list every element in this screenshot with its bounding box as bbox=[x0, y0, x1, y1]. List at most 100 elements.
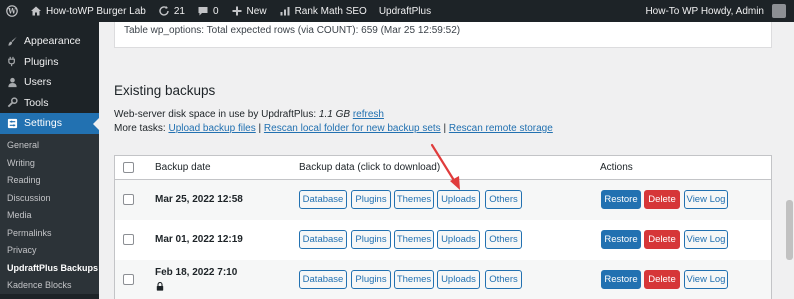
delete-button[interactable]: Delete bbox=[644, 230, 680, 249]
view-log-button[interactable]: View Log bbox=[684, 190, 728, 209]
restore-button[interactable]: Restore bbox=[601, 190, 641, 209]
submenu-item-privacy[interactable]: Privacy bbox=[0, 242, 99, 260]
site-name: How-toWP Burger Lab bbox=[46, 5, 146, 17]
column-header-date: Backup date bbox=[155, 162, 211, 173]
comment-icon bbox=[198, 7, 208, 16]
select-all-checkbox[interactable] bbox=[123, 162, 134, 173]
task-separator: | bbox=[258, 123, 262, 134]
table-count-text: Table wp_options: Total expected rows (v… bbox=[124, 25, 461, 36]
updates-item[interactable]: 21 bbox=[152, 0, 191, 22]
download-themes-button[interactable]: Themes bbox=[394, 230, 434, 249]
download-others-button[interactable]: Others bbox=[485, 270, 522, 289]
wordpress-logo-icon: W bbox=[6, 5, 18, 17]
plug-icon bbox=[6, 56, 18, 68]
disk-space-label: Web-server disk space in use by UpdraftP… bbox=[114, 109, 317, 120]
submenu-item-reading[interactable]: Reading bbox=[0, 172, 99, 190]
sidebar-item-label: Settings bbox=[24, 117, 62, 130]
refresh-link[interactable]: refresh bbox=[353, 109, 384, 120]
download-uploads-button[interactable]: Uploads bbox=[437, 270, 480, 289]
updraft-label: UpdraftPlus bbox=[378, 5, 432, 17]
home-icon bbox=[31, 6, 41, 16]
new-label: New bbox=[246, 5, 267, 17]
submenu-item-discussion[interactable]: Discussion bbox=[0, 189, 99, 207]
sidebar-item-label: Appearance bbox=[24, 35, 81, 48]
row-checkbox[interactable] bbox=[123, 194, 134, 205]
sidebar-item-label: Tools bbox=[24, 96, 49, 109]
backup-date: Mar 01, 2022 12:19 bbox=[155, 234, 243, 245]
sidebar-item-plugins[interactable]: Plugins bbox=[0, 52, 99, 73]
download-uploads-button[interactable]: Uploads bbox=[437, 230, 480, 249]
paintbrush-icon bbox=[6, 35, 18, 47]
restore-button[interactable]: Restore bbox=[601, 230, 641, 249]
delete-button[interactable]: Delete bbox=[644, 190, 680, 209]
upload-backup-files-link[interactable]: Upload backup files bbox=[168, 123, 255, 134]
updraft-item[interactable]: UpdraftPlus bbox=[373, 0, 437, 22]
view-log-button[interactable]: View Log bbox=[684, 270, 728, 289]
plus-icon bbox=[232, 6, 242, 16]
column-header-actions: Actions bbox=[600, 162, 633, 173]
download-database-button[interactable]: Database bbox=[299, 270, 347, 289]
backup-date: Mar 25, 2022 12:58 bbox=[155, 194, 243, 205]
updates-count: 21 bbox=[173, 5, 185, 17]
new-content-item[interactable]: New bbox=[225, 0, 273, 22]
comments-count: 0 bbox=[212, 5, 219, 17]
download-themes-button[interactable]: Themes bbox=[394, 270, 434, 289]
submenu-item-permalinks[interactable]: Permalinks bbox=[0, 224, 99, 242]
sidebar-item-appearance[interactable]: Appearance bbox=[0, 31, 99, 52]
submenu-item-writing[interactable]: Writing bbox=[0, 154, 99, 172]
download-others-button[interactable]: Others bbox=[485, 230, 522, 249]
view-log-button[interactable]: View Log bbox=[684, 230, 728, 249]
lock-icon bbox=[156, 282, 164, 291]
restore-button[interactable]: Restore bbox=[601, 270, 641, 289]
submenu-item-kadence[interactable]: Kadence Blocks bbox=[0, 277, 99, 295]
scrollbar-thumb[interactable] bbox=[786, 200, 793, 260]
submenu-item-updraftplus[interactable]: UpdraftPlus Backups bbox=[0, 259, 99, 277]
download-plugins-button[interactable]: Plugins bbox=[351, 230, 391, 249]
sidebar-item-settings[interactable]: Settings bbox=[0, 113, 99, 134]
table-row: Mar 01, 2022 12:19 Database Plugins Them… bbox=[115, 220, 771, 260]
task-separator: | bbox=[443, 123, 447, 134]
rankmath-label: Rank Math SEO bbox=[294, 5, 367, 17]
submenu-item-media[interactable]: Media bbox=[0, 207, 99, 225]
rankmath-item[interactable]: Rank Math SEO bbox=[273, 0, 373, 22]
comments-item[interactable]: 0 bbox=[191, 0, 225, 22]
disk-space-value: 1.1 GB bbox=[318, 109, 351, 120]
download-plugins-button[interactable]: Plugins bbox=[351, 190, 391, 209]
rankmath-icon bbox=[280, 7, 290, 16]
settings-icon bbox=[6, 117, 18, 129]
rescan-local-link[interactable]: Rescan local folder for new backup sets bbox=[264, 123, 441, 134]
row-checkbox[interactable] bbox=[123, 274, 134, 285]
annotation-arrow bbox=[430, 143, 460, 190]
wordpress-logo-item[interactable]: W bbox=[0, 0, 24, 22]
sidebar-item-tools[interactable]: Tools bbox=[0, 93, 99, 114]
user-icon bbox=[6, 76, 18, 88]
settings-submenu: General Writing Reading Discussion Media… bbox=[0, 133, 99, 295]
wrench-icon bbox=[6, 97, 18, 109]
backup-date: Feb 18, 2022 7:10 bbox=[155, 267, 238, 278]
account-item[interactable]: How-To WP Howdy, Admin bbox=[639, 0, 794, 22]
row-checkbox[interactable] bbox=[123, 234, 134, 245]
sidebar-item-users[interactable]: Users bbox=[0, 72, 99, 93]
page-scrollbar[interactable] bbox=[785, 22, 794, 299]
submenu-item-general[interactable]: General bbox=[0, 137, 99, 155]
sidebar-item-label: Plugins bbox=[24, 55, 59, 68]
account-label: How-To WP Howdy, Admin bbox=[645, 5, 764, 17]
avatar bbox=[772, 4, 786, 18]
disk-space-info: Web-server disk space in use by UpdraftP… bbox=[114, 109, 384, 120]
rescan-remote-link[interactable]: Rescan remote storage bbox=[449, 123, 553, 134]
admin-sidebar: Appearance Plugins Users Tools Settings … bbox=[0, 22, 99, 299]
download-database-button[interactable]: Database bbox=[299, 190, 347, 209]
download-others-button[interactable]: Others bbox=[485, 190, 522, 209]
delete-button[interactable]: Delete bbox=[644, 270, 680, 289]
column-header-data: Backup data (click to download) bbox=[299, 162, 441, 173]
more-tasks: More tasks: Upload backup files | Rescan… bbox=[114, 123, 553, 134]
site-name-item[interactable]: How-toWP Burger Lab bbox=[24, 0, 152, 22]
more-tasks-label: More tasks: bbox=[114, 123, 166, 134]
admin-bar: W How-toWP Burger Lab 21 0 New Rank Math… bbox=[0, 0, 794, 22]
download-database-button[interactable]: Database bbox=[299, 230, 347, 249]
svg-text:W: W bbox=[7, 7, 16, 16]
download-plugins-button[interactable]: Plugins bbox=[351, 270, 391, 289]
page-section-heading: Existing backups bbox=[114, 83, 216, 98]
refresh-icon bbox=[159, 6, 169, 16]
